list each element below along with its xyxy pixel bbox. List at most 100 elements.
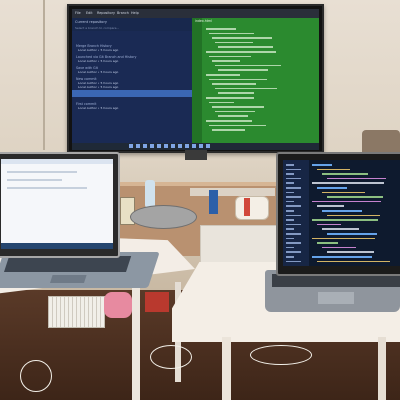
explorer-entry	[286, 246, 294, 249]
taskbar-icon[interactable]	[129, 144, 133, 148]
code-line	[322, 228, 359, 230]
code-line	[206, 51, 276, 53]
sidebar-title: Current repository	[75, 20, 107, 24]
sidebar-header: Current repository Select a branch to co…	[72, 18, 192, 31]
code-line	[327, 177, 386, 180]
explorer-entry	[286, 196, 301, 198]
menu-branch[interactable]: Branch	[117, 11, 129, 15]
code-line	[312, 164, 332, 166]
code-line	[206, 120, 252, 122]
code-line	[317, 260, 390, 263]
explorer-entry	[286, 219, 294, 221]
right-laptop-touchpad	[318, 292, 354, 304]
floor-cable	[250, 345, 312, 365]
history-item[interactable]: Local Author • 5 hours ago	[78, 85, 118, 89]
explorer-entry	[286, 164, 294, 166]
code-line	[218, 69, 268, 71]
taskbar-icon[interactable]	[157, 144, 161, 148]
taskbar-icon[interactable]	[178, 144, 182, 148]
lamp	[235, 196, 269, 220]
code-line	[322, 191, 365, 194]
code-gutter	[192, 18, 202, 143]
taskbar-icon[interactable]	[192, 144, 196, 148]
taskbar-icon[interactable]	[171, 144, 175, 148]
text-line	[7, 179, 62, 181]
taskbar-icon[interactable]	[185, 144, 189, 148]
explorer-entry	[286, 182, 294, 184]
code-line	[209, 101, 234, 104]
text-line	[7, 171, 77, 173]
monitor-stand	[185, 150, 207, 160]
left-laptop-taskbar	[1, 243, 113, 249]
history-item[interactable]: Local Author • 5 hours ago	[78, 106, 118, 110]
left-laptop-display	[1, 159, 113, 243]
explorer-entry	[286, 251, 301, 253]
code-line	[209, 32, 254, 35]
external-monitor: File Edit Repository Branch Help Current…	[67, 4, 324, 153]
explorer-entry	[286, 168, 301, 171]
floor-cable	[150, 345, 192, 369]
history-item[interactable]: Local Author • 5 hours ago	[78, 48, 118, 52]
history-item[interactable]: Local Author • 5 hours ago	[78, 70, 118, 74]
code-line	[322, 173, 368, 175]
code-line	[206, 28, 236, 30]
explorer-entry	[286, 205, 301, 207]
bottle	[145, 180, 155, 208]
right-laptop-screen	[276, 152, 400, 276]
taskbar-icon[interactable]	[164, 144, 168, 148]
can	[209, 190, 218, 214]
text-line	[7, 187, 87, 189]
browser-toolbar	[1, 159, 113, 164]
code-line	[317, 168, 350, 171]
explorer-entry	[286, 256, 294, 258]
code-line	[312, 200, 381, 203]
explorer-entry	[286, 237, 294, 240]
desk-fan	[130, 205, 197, 229]
code-line	[327, 214, 380, 217]
code-line	[312, 182, 384, 184]
explorer-entry	[286, 260, 301, 263]
menu-repository[interactable]: Repository	[97, 11, 115, 15]
window-titlebar: File Edit Repository Branch Help	[72, 9, 319, 18]
code-line	[206, 97, 254, 99]
floor-cable	[20, 360, 52, 392]
code-line	[209, 55, 251, 58]
code-line	[212, 106, 264, 108]
code-line	[215, 64, 281, 67]
taskbar-icon[interactable]	[150, 144, 154, 148]
code-line	[206, 74, 240, 76]
desk-setup-photo: File Edit Repository Branch Help Current…	[0, 0, 400, 400]
explorer-entry	[286, 177, 301, 180]
taskbar-icon[interactable]	[136, 144, 140, 148]
taskbar-icon[interactable]	[199, 144, 203, 148]
branch-search-input[interactable]: Select a branch to compare...	[75, 26, 119, 30]
code-line	[212, 83, 256, 85]
explorer-entry	[286, 214, 301, 217]
code-line	[215, 110, 255, 113]
code-file-tab[interactable]: index.html	[195, 19, 212, 23]
menu-help[interactable]: Help	[131, 11, 139, 15]
code-line	[327, 251, 374, 253]
table-leg	[378, 337, 386, 400]
menu-edit[interactable]: Edit	[86, 11, 93, 15]
code-line	[218, 115, 248, 117]
code-line	[215, 87, 277, 90]
taskbar-icon[interactable]	[143, 144, 147, 148]
wall-cable	[43, 0, 45, 150]
history-sidebar: Current repository Select a branch to co…	[72, 18, 192, 143]
code-line	[209, 78, 267, 81]
code-line	[212, 129, 245, 131]
code-line	[317, 242, 338, 244]
taskbar-icon[interactable]	[206, 144, 210, 148]
explorer-entry	[286, 191, 294, 194]
menu-file[interactable]: File	[75, 11, 81, 15]
laundry-basket	[48, 296, 105, 328]
code-line	[317, 187, 347, 189]
code-line	[322, 246, 356, 249]
code-line	[317, 205, 344, 207]
table-leg	[222, 337, 231, 400]
code-line	[317, 223, 341, 226]
selected-history-item[interactable]	[72, 90, 192, 97]
history-item[interactable]: Local Author • 5 hours ago	[78, 59, 118, 63]
code-line	[218, 92, 254, 94]
